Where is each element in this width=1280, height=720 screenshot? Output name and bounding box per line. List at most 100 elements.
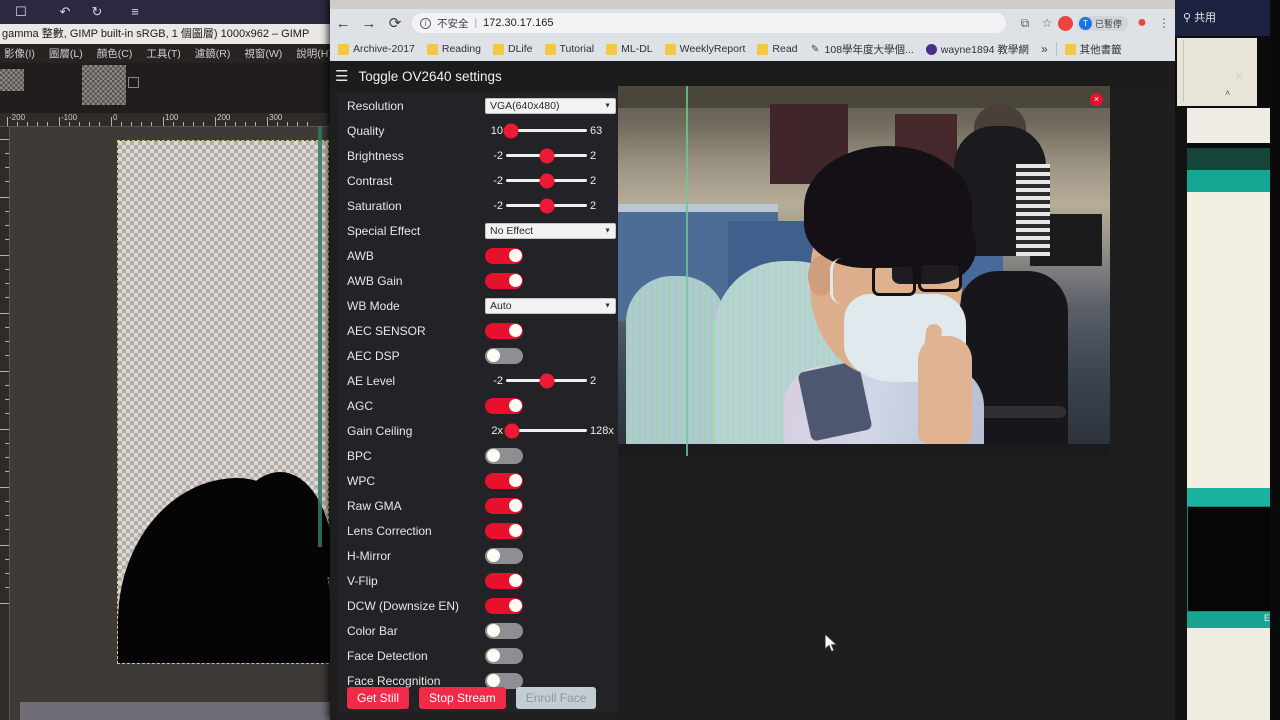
quality-slider[interactable]: 10 63 bbox=[485, 123, 616, 138]
slider-track[interactable] bbox=[506, 373, 587, 388]
awb-gain-toggle[interactable] bbox=[485, 272, 523, 289]
office-chair-base bbox=[970, 406, 1066, 418]
setting-label: DCW (Downsize EN) bbox=[347, 598, 460, 613]
slider-track[interactable] bbox=[503, 123, 587, 138]
gimp-canvas[interactable] bbox=[10, 127, 332, 720]
gain-ceiling-slider[interactable]: 2x 128x bbox=[485, 423, 616, 438]
setting-row-special-effect: Special Effect No Effect ▼ bbox=[338, 218, 618, 243]
gimp-menu-colors[interactable]: 顏色(C) bbox=[97, 46, 133, 61]
aec-dsp-toggle[interactable] bbox=[485, 347, 523, 364]
address-bar-url[interactable]: 172.30.17.165 bbox=[483, 17, 553, 29]
wpc-toggle[interactable] bbox=[485, 472, 523, 489]
share-button[interactable]: ⚲ 共用 bbox=[1183, 9, 1216, 25]
reload-icon[interactable]: ⟳ bbox=[382, 10, 408, 36]
bookmark-tutorial[interactable]: Tutorial bbox=[541, 42, 599, 56]
bookmark-reading[interactable]: Reading bbox=[423, 42, 485, 56]
stop-stream-button[interactable]: Stop Stream bbox=[419, 687, 506, 709]
slider-knob[interactable] bbox=[539, 198, 554, 213]
chevron-up-icon[interactable]: ˄ bbox=[1225, 88, 1230, 98]
back-icon[interactable]: ← bbox=[330, 10, 356, 36]
forward-icon[interactable]: → bbox=[356, 10, 382, 36]
hamburger-icon[interactable]: ☰ bbox=[335, 69, 348, 84]
get-still-button[interactable]: Get Still bbox=[347, 687, 410, 709]
extension-icon[interactable]: ⧉ bbox=[1014, 12, 1036, 34]
gimp-menu-window[interactable]: 視窗(W) bbox=[244, 46, 282, 61]
layer-visibility-icon[interactable] bbox=[128, 77, 139, 88]
gimp-menubar[interactable]: 影像(I) 圖層(L) 顏色(C) 工具(T) 濾鏡(R) 視窗(W) 說明(H… bbox=[0, 44, 332, 63]
overflow-icon[interactable]: ≡ bbox=[124, 2, 146, 22]
slider-track[interactable] bbox=[506, 173, 587, 188]
bookmark-dlife[interactable]: DLife bbox=[489, 42, 537, 56]
color-bar-toggle[interactable] bbox=[485, 622, 523, 639]
action-buttons: Get Still Stop Stream Enroll Face bbox=[347, 687, 597, 709]
chrome-window: ← → ⟳ i 不安全 | 172.30.17.165 ⧉ ☆ T 已暫停 ● … bbox=[330, 0, 1175, 720]
slider-knob[interactable] bbox=[504, 423, 520, 438]
bookmark-read[interactable]: Read bbox=[753, 42, 801, 56]
setting-label: WPC bbox=[347, 473, 375, 488]
video-stream[interactable] bbox=[618, 86, 1110, 456]
face-detection-toggle[interactable] bbox=[485, 647, 523, 664]
background-sidebar bbox=[1175, 108, 1187, 720]
h-mirror-toggle[interactable] bbox=[485, 547, 523, 564]
bookmark-ml-dl[interactable]: ML-DL bbox=[602, 42, 657, 56]
setting-row-quality: Quality 10 63 bbox=[338, 118, 618, 143]
setting-label: Face Detection bbox=[347, 648, 428, 663]
chrome-tabstrip[interactable] bbox=[330, 0, 1175, 9]
slider-track[interactable] bbox=[504, 423, 587, 438]
redo-icon[interactable]: ↻ bbox=[86, 2, 108, 22]
globe-icon bbox=[925, 43, 937, 55]
brightness-slider[interactable]: -2 2 bbox=[485, 148, 616, 163]
raw-gma-toggle[interactable] bbox=[485, 497, 523, 514]
chrome-menu-icon[interactable]: ⋮ bbox=[1153, 12, 1175, 34]
gimp-menu-filter[interactable]: 濾鏡(R) bbox=[195, 46, 231, 61]
slider-track[interactable] bbox=[506, 198, 587, 213]
awb-toggle[interactable] bbox=[485, 247, 523, 264]
contrast-slider[interactable]: -2 2 bbox=[485, 173, 616, 188]
bookmark-other[interactable]: 其他書籤 bbox=[1061, 41, 1126, 58]
slider-knob[interactable] bbox=[539, 148, 554, 163]
bookmark-weeklyreport[interactable]: WeeklyReport bbox=[661, 42, 750, 56]
gimp-menu-image[interactable]: 影像(I) bbox=[4, 46, 35, 61]
slider-knob[interactable] bbox=[539, 173, 554, 188]
gimp-vertical-ruler[interactable] bbox=[0, 127, 10, 720]
wb-mode-select[interactable]: Auto ▼ bbox=[485, 297, 616, 314]
chevron-down-icon: ▼ bbox=[604, 102, 611, 109]
ae-level-slider[interactable]: -2 2 bbox=[485, 373, 616, 388]
lens-correction-toggle[interactable] bbox=[485, 522, 523, 539]
folder-icon bbox=[493, 43, 504, 55]
v-flip-toggle[interactable] bbox=[485, 572, 523, 589]
gimp-horizontal-ruler[interactable]: -200 -100 0 100 200 300 bbox=[0, 113, 332, 127]
gimp-status-strip bbox=[20, 702, 332, 720]
bookmarks-overflow-icon[interactable]: » bbox=[1037, 42, 1052, 56]
bookmark-wayne1894[interactable]: wayne1894 教學網 bbox=[922, 41, 1033, 58]
slider-knob[interactable] bbox=[539, 373, 554, 388]
undo-icon[interactable]: ↶ bbox=[54, 2, 76, 22]
special-effect-select[interactable]: No Effect ▼ bbox=[485, 222, 616, 239]
agc-toggle[interactable] bbox=[485, 397, 523, 414]
gimp-quick-toolbar[interactable]: ☐ ↶ ↻ ≡ bbox=[0, 0, 332, 24]
gimp-layer-transparent[interactable] bbox=[117, 140, 332, 664]
bpc-toggle[interactable] bbox=[485, 447, 523, 464]
gimp-menu-tools[interactable]: 工具(T) bbox=[146, 46, 180, 61]
bookmark-star-icon[interactable]: ☆ bbox=[1036, 12, 1058, 34]
resolution-select[interactable]: VGA(640x480) ▼ bbox=[485, 97, 616, 114]
bookmark-archive-2017[interactable]: Archive-2017 bbox=[334, 42, 419, 56]
slider-knob[interactable] bbox=[503, 123, 519, 138]
gimp-menu-help[interactable]: 說明(H) bbox=[296, 46, 332, 61]
close-icon[interactable]: × bbox=[1090, 93, 1103, 106]
gimp-menu-layer[interactable]: 圖層(L) bbox=[49, 46, 83, 61]
aec-sensor-toggle[interactable] bbox=[485, 322, 523, 339]
bookmark-108-university[interactable]: ✎ 108學年度大學個... bbox=[806, 41, 918, 58]
record-dot-icon[interactable]: ● bbox=[1131, 12, 1153, 34]
close-icon[interactable]: × bbox=[1235, 68, 1243, 84]
slider-track[interactable] bbox=[506, 148, 587, 163]
mouse-cursor bbox=[824, 632, 839, 654]
profile-chip[interactable]: T 已暫停 bbox=[1076, 15, 1128, 31]
record-indicator-icon[interactable] bbox=[1057, 15, 1073, 31]
enroll-face-button[interactable]: Enroll Face bbox=[515, 687, 597, 709]
save-icon[interactable]: ☐ bbox=[10, 2, 32, 22]
dcw-toggle[interactable] bbox=[485, 597, 523, 614]
address-bar[interactable]: i 不安全 | 172.30.17.165 bbox=[412, 13, 1006, 33]
bookmark-label: ML-DL bbox=[621, 43, 653, 55]
saturation-slider[interactable]: -2 2 bbox=[485, 198, 616, 213]
